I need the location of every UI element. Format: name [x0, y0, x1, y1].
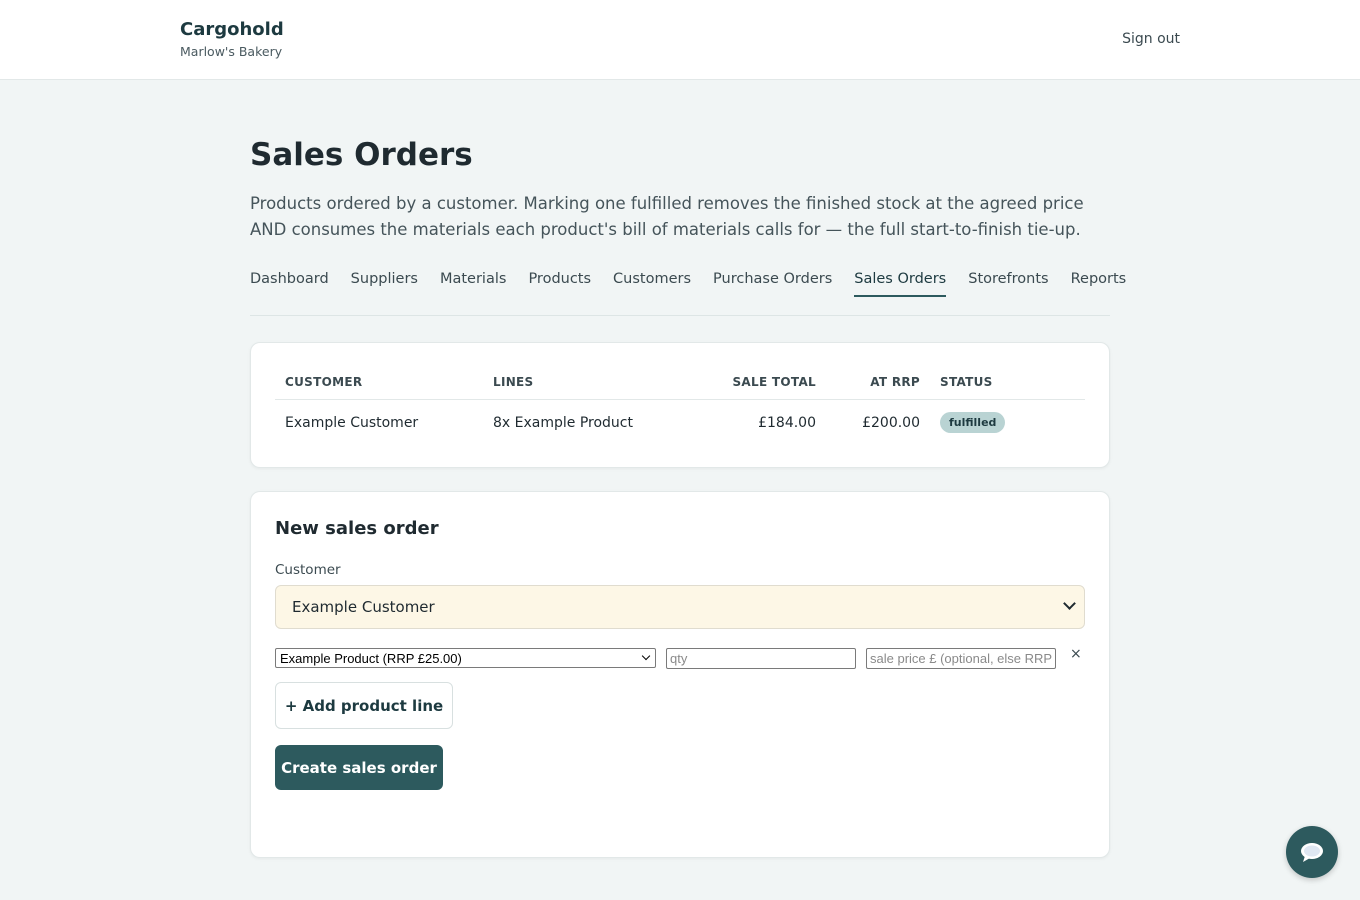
column-header-lines: LINES	[483, 367, 713, 400]
page-description: Products ordered by a customer. Marking …	[250, 194, 1084, 239]
quantity-input[interactable]	[666, 648, 856, 669]
sale-price-input[interactable]	[866, 648, 1056, 669]
customer-select[interactable]: Example Customer	[275, 585, 1085, 629]
remove-line-icon[interactable]: ×	[1070, 646, 1082, 662]
form-title: New sales order	[275, 518, 439, 539]
nav-item-materials[interactable]: Materials	[440, 269, 506, 307]
brand[interactable]: Cargohold Marlow's Bakery	[180, 19, 284, 59]
sign-out-link[interactable]: Sign out	[1122, 31, 1180, 47]
top-bar: Cargohold Marlow's Bakery Sign out	[0, 0, 1360, 80]
cell-customer: Example Customer	[285, 414, 419, 431]
cell-at-rrp: £200.00	[862, 414, 920, 431]
customer-label: Customer	[275, 562, 341, 578]
chat-button[interactable]	[1286, 826, 1338, 878]
sales-orders-list-card: CUSTOMER LINES SALE TOTAL AT RRP STATUS …	[250, 342, 1110, 468]
page-title: Sales Orders	[250, 137, 473, 173]
organization-name: Marlow's Bakery	[180, 44, 283, 59]
nav-item-purchase-orders[interactable]: Purchase Orders	[713, 269, 832, 307]
product-select-value: Example Product (RRP £25.00)	[280, 651, 462, 666]
chevron-down-icon	[1063, 597, 1076, 610]
main-content: Sales Orders Products ordered by a custo…	[250, 80, 1126, 858]
chevron-down-icon	[641, 651, 651, 661]
nav-item-storefronts[interactable]: Storefronts	[968, 269, 1048, 307]
table-header-row: CUSTOMER LINES SALE TOTAL AT RRP STATUS	[275, 367, 1085, 400]
create-sales-order-button[interactable]: Create sales order	[275, 745, 443, 790]
cell-status: fulfilled	[930, 400, 1085, 446]
nav-item-suppliers[interactable]: Suppliers	[351, 269, 418, 307]
cell-sale-total: £184.00	[758, 414, 816, 431]
table-row[interactable]: Example Customer 8x Example Product £184…	[275, 400, 1085, 446]
status-badge: fulfilled	[940, 412, 1006, 433]
cell-lines: 8x Example Product	[493, 414, 633, 431]
new-sales-order-form: New sales order Customer Example Custome…	[250, 491, 1110, 858]
nav-item-products[interactable]: Products	[528, 269, 591, 307]
brand-name: Cargohold	[180, 19, 284, 40]
customer-select-value: Example Customer	[292, 598, 435, 616]
nav-item-customers[interactable]: Customers	[613, 269, 691, 307]
add-product-line-button[interactable]: + Add product line	[275, 682, 453, 729]
nav-item-dashboard[interactable]: Dashboard	[250, 269, 329, 307]
sales-orders-table: CUSTOMER LINES SALE TOTAL AT RRP STATUS …	[275, 367, 1085, 445]
column-header-at-rrp: AT RRP	[826, 367, 930, 400]
nav-item-sales-orders[interactable]: Sales Orders	[854, 269, 946, 307]
chat-bubble-icon	[1301, 843, 1323, 862]
product-line-row: Example Product (RRP £25.00) ×	[275, 646, 1085, 670]
column-header-customer: CUSTOMER	[275, 367, 483, 400]
section-nav: Dashboard Suppliers Materials Products C…	[250, 269, 1126, 316]
column-header-sale-total: SALE TOTAL	[713, 367, 826, 400]
nav-item-reports[interactable]: Reports	[1071, 269, 1127, 307]
product-select[interactable]: Example Product (RRP £25.00)	[275, 648, 656, 668]
column-header-status: STATUS	[930, 367, 1085, 400]
